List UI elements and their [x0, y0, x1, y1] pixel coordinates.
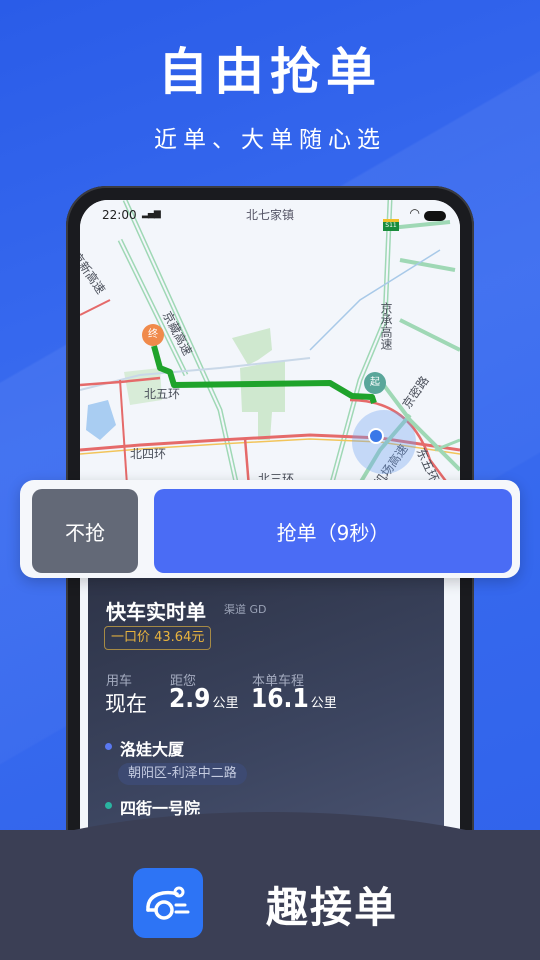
battery-icon	[424, 211, 446, 221]
order-card: 快车实时单 渠道 GD 一口价 43.64元 用车 距您 本单车程 现在 2.9…	[88, 578, 444, 848]
grab-order-button[interactable]: 抢单（9秒）	[154, 489, 512, 573]
location-accuracy-halo	[352, 410, 416, 474]
car-speed-icon	[146, 886, 190, 920]
status-bar: 22:00 ▂▄▆ 北七家镇 ◠	[80, 200, 460, 230]
stat-value-distance: 2.9	[169, 684, 211, 714]
stat-trip: 16.1 公里	[251, 684, 337, 714]
map-label-beiwuhuan: 北五环	[144, 387, 181, 401]
order-title: 快车实时单	[106, 600, 206, 624]
stat-label-time: 用车	[106, 674, 133, 689]
order-action-bar: 不抢 抢单（9秒）	[20, 480, 520, 578]
pickup-dot-icon	[105, 743, 112, 750]
wifi-icon: ◠	[409, 206, 420, 220]
pickup-name: 洛娃大厦	[120, 740, 185, 759]
map-label-jingcheng: 京承高速	[379, 302, 393, 350]
destination-pin-icon[interactable]: 终	[142, 324, 164, 346]
order-channel: 渠道 GD	[224, 603, 267, 616]
skip-order-button[interactable]: 不抢	[32, 489, 138, 573]
stat-unit-distance: 公里	[212, 696, 239, 711]
promo-headline: 自由抢单	[158, 43, 382, 101]
dropoff-dot-icon	[105, 802, 112, 809]
stat-value-time: 现在	[105, 692, 147, 716]
origin-pin-icon[interactable]: 起	[364, 372, 386, 394]
app-logo	[133, 868, 203, 938]
status-location: 北七家镇	[245, 208, 294, 222]
current-location-icon[interactable]	[368, 428, 384, 444]
map-label-beisihuan: 北四环	[130, 447, 167, 461]
pickup-detail: 朝阳区-利泽中二路	[118, 763, 247, 785]
promo-subheadline: 近单、大单随心选	[154, 127, 386, 153]
stat-unit-trip: 公里	[310, 696, 337, 711]
stat-distance: 2.9 公里	[169, 684, 238, 714]
price-tag: 一口价 43.64元	[104, 626, 212, 650]
brand-name: 趣接单	[266, 883, 399, 932]
stat-value-trip: 16.1	[251, 684, 309, 714]
